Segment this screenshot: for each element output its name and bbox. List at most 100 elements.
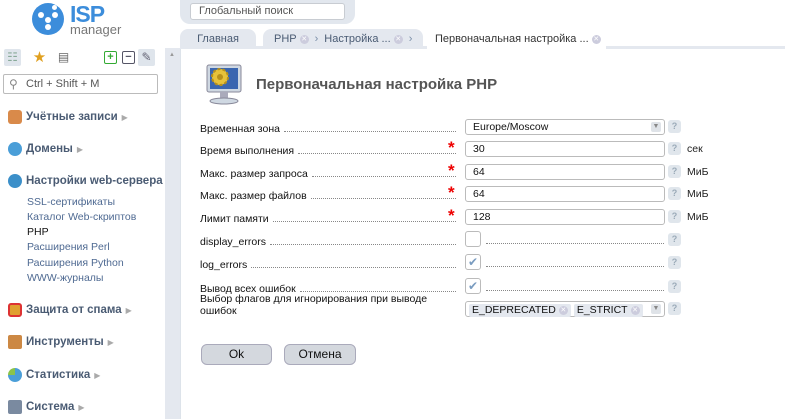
field-label: Макс. размер файлов — [200, 190, 307, 202]
show-all-errors-checkbox[interactable]: ✔ — [465, 278, 481, 294]
sidebar-item-www-logs[interactable]: WWW-журналы — [27, 272, 103, 284]
sidebar-item-php[interactable]: PHP — [27, 226, 49, 238]
remove-chip-icon[interactable]: ✕ — [630, 305, 640, 315]
label-dots — [299, 291, 456, 292]
exec-time-input[interactable]: 30 — [465, 141, 665, 157]
timezone-select[interactable]: Europe/Moscow ▼ — [465, 119, 665, 135]
label-dots — [251, 267, 456, 268]
chevron-right-icon: ▶ — [94, 370, 101, 380]
globe-icon — [8, 142, 22, 156]
logo-subtext: manager — [70, 22, 122, 37]
flag-chip: E_STRICT ✕ — [573, 304, 643, 317]
help-icon[interactable]: ? — [668, 256, 681, 269]
help-icon[interactable]: ? — [668, 165, 681, 178]
field-label: Лимит памяти — [200, 213, 269, 225]
display-errors-label: display_errors — [200, 234, 458, 248]
cancel-button[interactable]: Отмена — [284, 344, 356, 365]
sidebar-section-statistics[interactable]: Статистика ▶ — [8, 368, 100, 382]
tree-view-icon[interactable]: ☷ — [4, 49, 21, 66]
tools-icon — [8, 335, 22, 349]
sidebar-section-accounts[interactable]: Учётные записи ▶ — [8, 110, 128, 124]
global-search-input[interactable]: Глобальный поиск — [190, 3, 345, 20]
tab-label: Первоначальная настройка ... — [435, 33, 589, 45]
field-label: Временная зона — [200, 123, 280, 135]
tab-php-initial-setup[interactable]: Первоначальная настройка ... ✕ — [427, 29, 606, 49]
sidebar-item-python[interactable]: Расширения Python — [27, 257, 124, 269]
favorites-star-icon[interactable]: ★ — [31, 49, 48, 66]
sidebar-section-web-server[interactable]: Настройки web-сервера — [8, 174, 163, 188]
required-icon: * — [448, 138, 455, 157]
checkbox-dots — [486, 290, 664, 291]
max-request-size-label: Макс. размер запроса — [200, 166, 458, 180]
web-settings-icon — [8, 174, 22, 188]
users-icon — [8, 110, 22, 124]
tab-php[interactable]: PHP ✕ › Настройка ... ✕ › — [263, 29, 423, 49]
select-value: Europe/Moscow — [473, 121, 549, 133]
sidebar-item-perl[interactable]: Расширения Perl — [27, 241, 110, 253]
memory-limit-input[interactable]: 128 — [465, 209, 665, 225]
help-icon[interactable]: ? — [668, 210, 681, 223]
shield-icon — [8, 303, 22, 317]
chevron-down-icon[interactable]: ▼ — [651, 304, 661, 314]
timezone-label: Временная зона — [200, 121, 458, 135]
ignore-flags-label: Выбор флагов для игнорирования при вывод… — [200, 293, 458, 317]
display-errors-checkbox[interactable] — [465, 231, 481, 247]
max-request-size-input[interactable]: 64 — [465, 164, 665, 180]
section-label: Система — [26, 401, 75, 413]
chevron-down-icon[interactable]: ▼ — [651, 122, 661, 132]
section-label: Учётные записи — [26, 111, 118, 123]
sidebar-item-web-scripts[interactable]: Каталог Web-скриптов — [27, 211, 136, 223]
tab-label: Главная — [197, 33, 239, 45]
sidebar-section-domains[interactable]: Домены ▶ — [8, 142, 83, 156]
label-dots — [272, 221, 456, 222]
sidebar-section-system[interactable]: Система ▶ — [8, 400, 85, 414]
page-title: Первоначальная настройка PHP — [256, 76, 498, 93]
field-label: Макс. размер запроса — [200, 168, 308, 180]
pin-icon[interactable]: ✎ — [138, 49, 155, 66]
close-icon[interactable]: ✕ — [591, 34, 601, 44]
expand-all-icon[interactable]: + — [104, 51, 117, 64]
help-icon[interactable]: ? — [668, 302, 681, 315]
ok-button[interactable]: Ok — [201, 344, 272, 365]
close-icon[interactable]: ✕ — [393, 34, 403, 44]
section-label: Защита от спама — [26, 304, 122, 316]
flag-chip: E_DEPRECATED ✕ — [469, 304, 571, 317]
chevron-right-icon: ▶ — [107, 337, 114, 347]
section-label: Инструменты — [26, 336, 104, 348]
log-errors-checkbox[interactable]: ✔ — [465, 254, 481, 270]
help-icon[interactable]: ? — [668, 120, 681, 133]
sidebar-item-ssl[interactable]: SSL-сертификаты — [27, 196, 115, 208]
calculator-icon — [8, 400, 22, 414]
pie-chart-icon — [8, 368, 22, 382]
help-icon[interactable]: ? — [668, 142, 681, 155]
clipboard-icon[interactable]: ▤ — [55, 49, 72, 66]
ignore-flags-multiselect[interactable]: E_DEPRECATED ✕ E_STRICT ✕ ▼ — [465, 301, 665, 317]
max-file-size-label: Макс. размер файлов — [200, 188, 458, 202]
required-icon: * — [448, 183, 455, 202]
tab-home[interactable]: Главная — [180, 29, 256, 49]
close-icon[interactable]: ✕ — [299, 34, 309, 44]
label-dots — [311, 176, 456, 177]
section-label: Настройки web-сервера — [26, 175, 163, 187]
sidebar-section-tools[interactable]: Инструменты ▶ — [8, 335, 114, 349]
field-label: Выбор флагов для игнорирования при вывод… — [200, 293, 428, 317]
help-icon[interactable]: ? — [668, 233, 681, 246]
chevron-right-icon: ▶ — [78, 402, 85, 412]
sidebar-scrollbar[interactable]: ▲ — [165, 48, 180, 419]
max-file-size-input[interactable]: 64 — [465, 186, 665, 202]
remove-chip-icon[interactable]: ✕ — [558, 305, 568, 315]
settings-monitor-icon — [205, 63, 243, 105]
chevron-right-icon: › — [408, 33, 413, 45]
help-icon[interactable]: ? — [668, 187, 681, 200]
section-label: Статистика — [26, 369, 91, 381]
collapse-all-icon[interactable]: − — [122, 51, 135, 64]
logo-icon — [32, 3, 64, 35]
label-dots — [310, 198, 456, 199]
chevron-right-icon: ▶ — [125, 305, 132, 315]
scroll-up-icon[interactable]: ▲ — [169, 52, 175, 58]
sidebar-section-spam[interactable]: Защита от спама ▶ — [8, 303, 132, 317]
memory-limit-label: Лимит памяти — [200, 211, 458, 225]
sidebar-search-input[interactable]: ⚲ Ctrl + Shift + M — [3, 74, 158, 94]
help-icon[interactable]: ? — [668, 280, 681, 293]
field-label: display_errors — [200, 236, 266, 248]
